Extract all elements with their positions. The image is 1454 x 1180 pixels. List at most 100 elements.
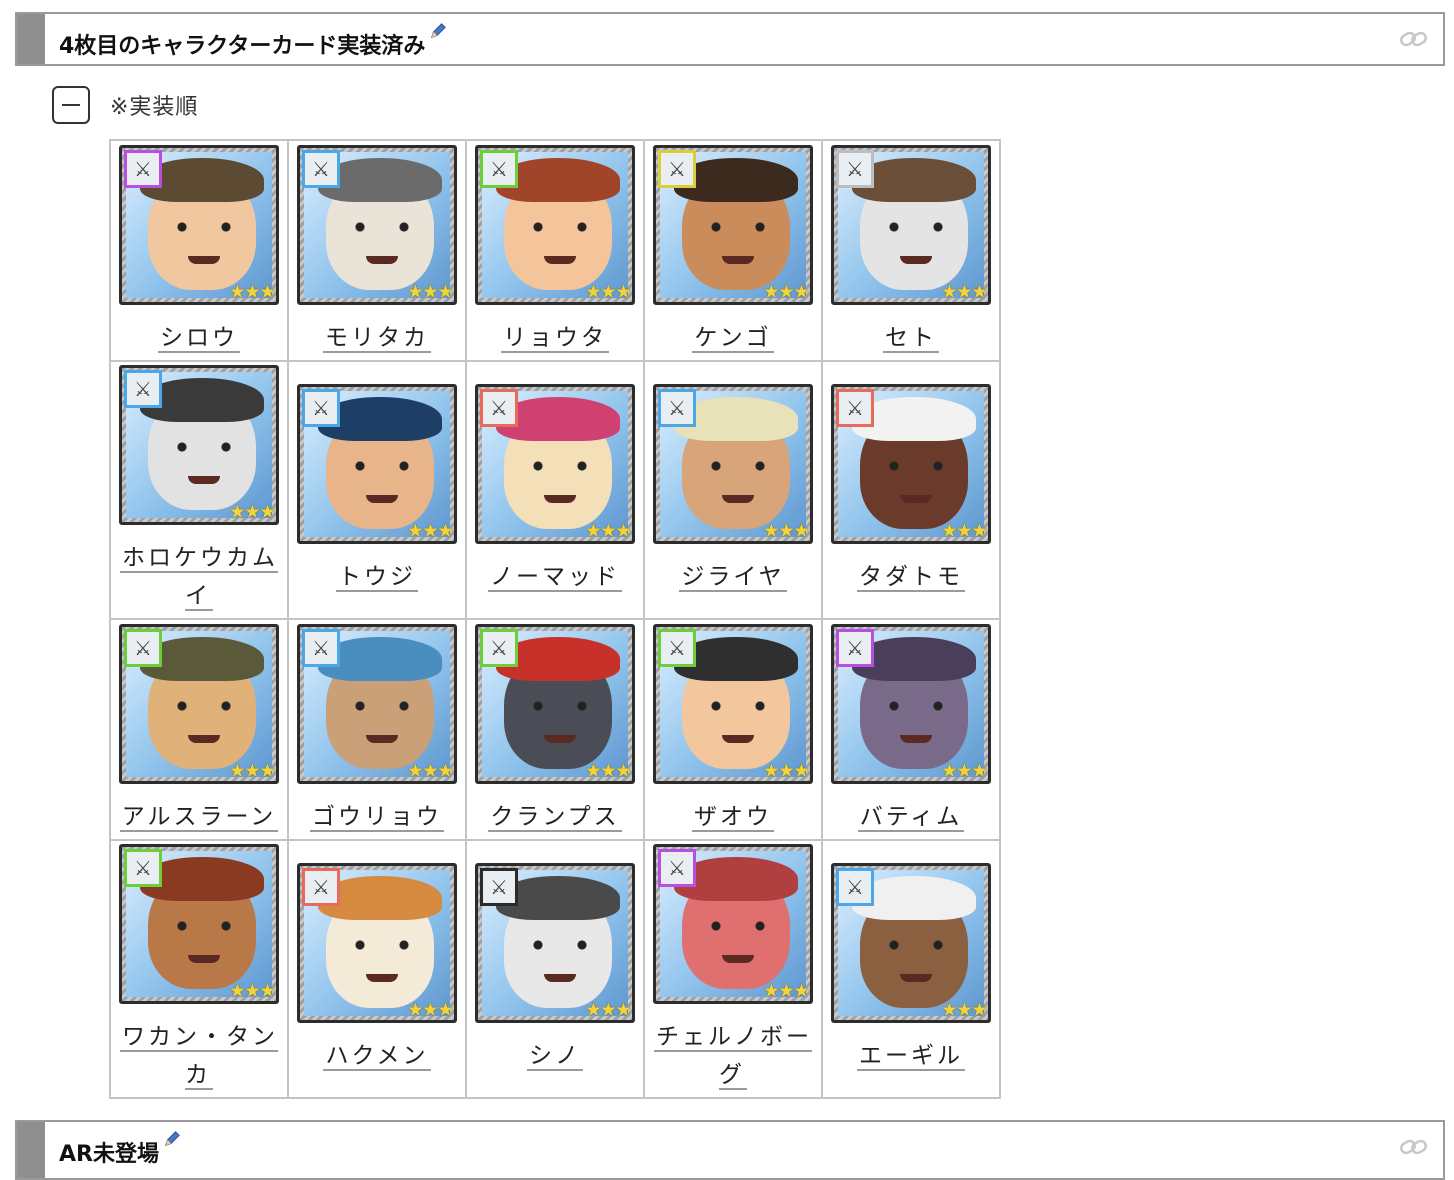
rarity-stars-icon: ★★★ <box>762 980 810 1002</box>
character-name-link[interactable]: モリタカ <box>323 319 431 357</box>
weapon-type-icon: ⚔ <box>124 628 162 667</box>
character-name[interactable]: タダトモ <box>857 564 965 592</box>
rarity-stars-icon: ★★★ <box>406 280 454 303</box>
character-card-image[interactable]: ⚔ ★★★ <box>119 365 279 525</box>
character-name[interactable]: バティム <box>857 803 965 832</box>
character-name-link[interactable]: ハクメン <box>323 1037 431 1075</box>
character-name[interactable]: リョウタ <box>501 324 609 353</box>
portrait-eyes <box>174 221 234 232</box>
character-name-link[interactable]: アルスラーン <box>119 798 279 836</box>
character-name[interactable]: エーギル <box>857 1043 965 1071</box>
weapon-type-icon: ⚔ <box>658 389 696 427</box>
portrait-mouth <box>366 495 398 503</box>
portrait-eyes <box>530 940 590 950</box>
character-card-image[interactable]: ⚔ ★★★ <box>475 144 635 305</box>
character-name-link[interactable]: ノーマッド <box>488 558 622 596</box>
character-name-link[interactable]: シノ <box>527 1037 583 1075</box>
character-name-link[interactable]: クランプス <box>488 798 622 836</box>
portrait-mouth <box>722 955 754 963</box>
character-cell: ⚔ ★★★ タダトモ <box>821 360 1001 620</box>
character-name-link[interactable]: ワカン・タンカ <box>119 1018 279 1094</box>
heading-accent-bar <box>17 14 45 64</box>
character-card-image[interactable]: ⚔ ★★★ <box>119 623 279 784</box>
character-card-image[interactable]: ⚔ ★★★ <box>831 384 991 544</box>
character-name[interactable]: モリタカ <box>323 324 431 353</box>
character-card-image[interactable]: ⚔ ★★★ <box>653 623 813 784</box>
weapon-type-icon: ⚔ <box>836 628 874 667</box>
character-name-link[interactable]: ゴウリョウ <box>310 798 444 836</box>
character-card-image[interactable]: ⚔ ★★★ <box>831 144 991 305</box>
character-cell: ⚔ ★★★ ジライヤ <box>643 360 823 620</box>
character-card-image[interactable]: ⚔ ★★★ <box>297 384 457 544</box>
section-title-text: 4枚目のキャラクターカード実装済み <box>59 34 426 59</box>
character-card-image[interactable]: ⚔ ★★★ <box>653 844 813 1004</box>
collapse-toggle-button[interactable] <box>52 86 90 124</box>
portrait-eyes <box>886 221 946 232</box>
character-cell: ⚔ ★★★ セト <box>821 139 1001 362</box>
rarity-stars-icon: ★★★ <box>940 759 988 782</box>
character-name[interactable]: ハクメン <box>323 1043 431 1071</box>
character-name[interactable]: ワカン・タンカ <box>120 1024 278 1090</box>
character-name[interactable]: クランプス <box>488 803 622 832</box>
rarity-stars-icon: ★★★ <box>228 280 276 303</box>
weapon-type-icon: ⚔ <box>302 389 340 427</box>
weapon-type-icon: ⚔ <box>302 628 340 667</box>
character-name[interactable]: ジライヤ <box>679 564 787 592</box>
rarity-stars-icon: ★★★ <box>762 280 810 303</box>
character-name[interactable]: トウジ <box>336 564 418 592</box>
character-name-link[interactable]: シロウ <box>158 319 240 357</box>
character-name-link[interactable]: ジライヤ <box>679 558 787 596</box>
link-icon[interactable] <box>1399 27 1429 51</box>
portrait-mouth <box>900 974 932 982</box>
character-name[interactable]: チェルノボーグ <box>654 1024 812 1090</box>
character-cell: ⚔ ★★★ モリタカ <box>287 139 467 362</box>
character-name-link[interactable]: ホロケウカムイ <box>119 539 279 615</box>
character-card-image[interactable]: ⚔ ★★★ <box>297 623 457 784</box>
character-name-link[interactable]: エーギル <box>857 1037 965 1075</box>
portrait-mouth <box>544 974 576 982</box>
character-name[interactable]: ゴウリョウ <box>310 803 444 832</box>
character-cell: ⚔ ★★★ ゴウリョウ <box>287 618 467 841</box>
character-card-image[interactable]: ⚔ ★★★ <box>831 863 991 1023</box>
character-name-link[interactable]: セト <box>883 319 939 357</box>
character-card-image[interactable]: ⚔ ★★★ <box>119 844 279 1004</box>
section-title: AR未登場 <box>59 1131 181 1168</box>
section-title-text: AR未登場 <box>59 1142 159 1167</box>
character-name[interactable]: ノーマッド <box>488 564 622 592</box>
character-card-image[interactable]: ⚔ ★★★ <box>653 144 813 305</box>
card-table-row: ⚔ ★★★ アルスラーン ⚔ ★★★ ゴウリョウ ⚔ ★★★ クランプス ⚔ ★★★ ザオウ ⚔ ★★★ バ… <box>109 618 1001 841</box>
character-name-link[interactable]: ケンゴ <box>692 319 774 357</box>
character-cell: ⚔ ★★★ ノーマッド <box>465 360 645 620</box>
character-name-link[interactable]: バティム <box>857 798 965 836</box>
edit-pencil-icon[interactable] <box>163 1130 181 1148</box>
rarity-stars-icon: ★★★ <box>228 501 276 523</box>
character-card-image[interactable]: ⚔ ★★★ <box>475 623 635 784</box>
character-card-image[interactable]: ⚔ ★★★ <box>831 623 991 784</box>
character-name[interactable]: アルスラーン <box>119 803 279 832</box>
character-name[interactable]: ザオウ <box>692 803 774 832</box>
character-name-link[interactable]: トウジ <box>336 558 418 596</box>
edit-pencil-icon[interactable] <box>429 22 447 40</box>
character-name[interactable]: シノ <box>527 1043 583 1071</box>
character-name[interactable]: シロウ <box>158 324 240 353</box>
character-name[interactable]: ケンゴ <box>692 324 774 353</box>
character-card-image[interactable]: ⚔ ★★★ <box>475 384 635 544</box>
character-card-image[interactable]: ⚔ ★★★ <box>297 863 457 1023</box>
character-cell: ⚔ ★★★ クランプス <box>465 618 645 841</box>
character-cell: ⚔ ★★★ リョウタ <box>465 139 645 362</box>
link-icon[interactable] <box>1399 1135 1429 1159</box>
character-name-link[interactable]: チェルノボーグ <box>653 1018 813 1094</box>
portrait-eyes <box>708 461 768 471</box>
character-name-link[interactable]: ザオウ <box>692 798 774 836</box>
portrait-mouth <box>544 734 576 743</box>
character-name[interactable]: セト <box>883 324 939 353</box>
character-name[interactable]: ホロケウカムイ <box>120 545 278 611</box>
weapon-type-icon: ⚔ <box>302 868 340 906</box>
character-card-image[interactable]: ⚔ ★★★ <box>475 863 635 1023</box>
character-name-link[interactable]: リョウタ <box>501 319 609 357</box>
character-name-link[interactable]: タダトモ <box>857 558 965 596</box>
portrait-eyes <box>352 221 412 232</box>
character-card-image[interactable]: ⚔ ★★★ <box>653 384 813 544</box>
character-card-image[interactable]: ⚔ ★★★ <box>119 144 279 305</box>
character-card-image[interactable]: ⚔ ★★★ <box>297 144 457 305</box>
